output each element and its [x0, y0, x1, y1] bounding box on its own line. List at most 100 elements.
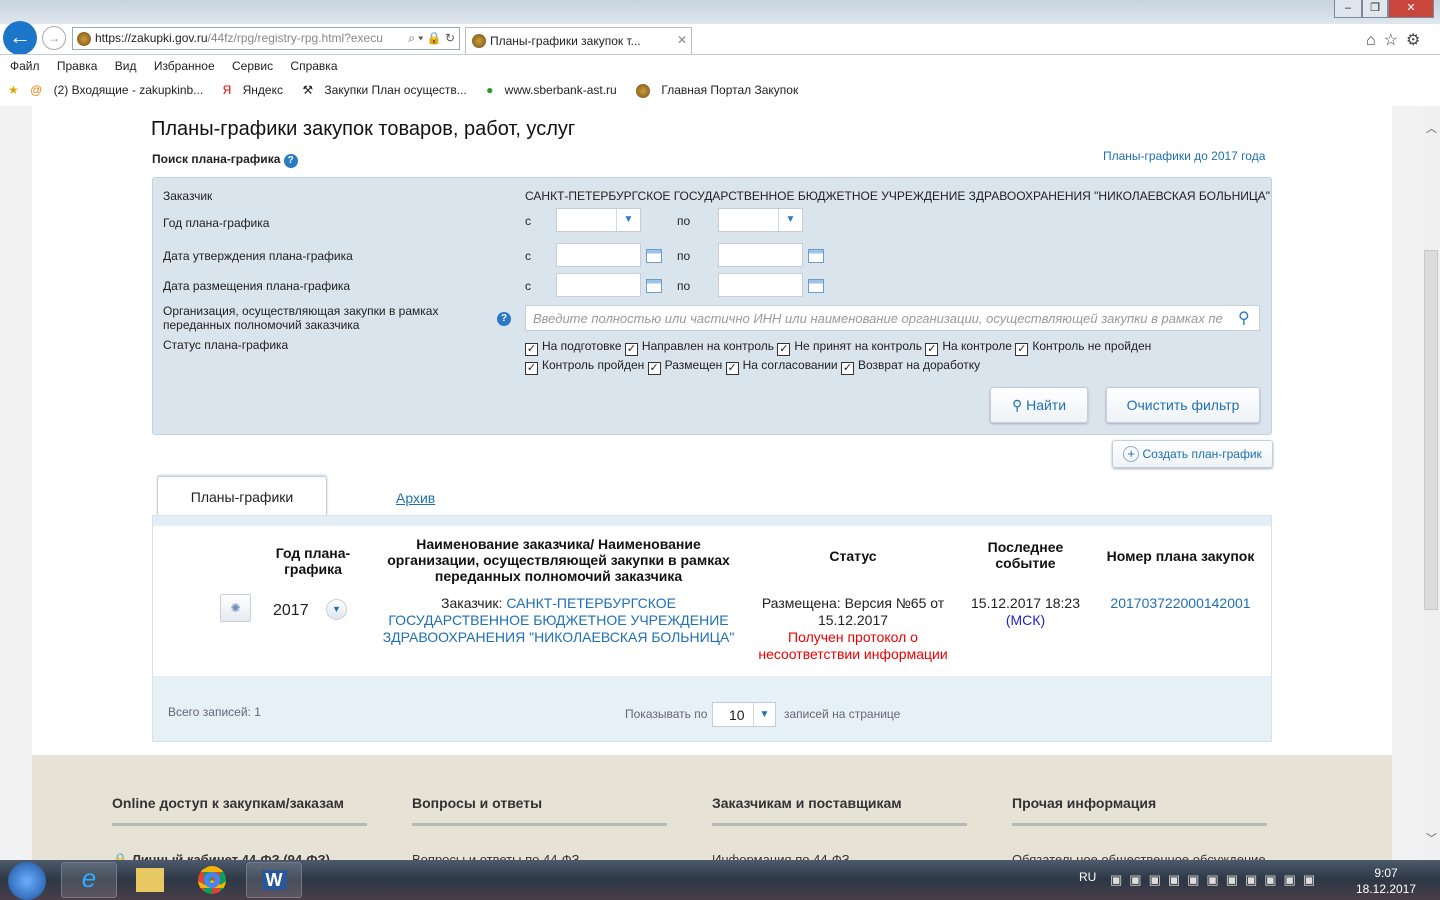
fav-label: www.sberbank-ast.ru: [504, 83, 617, 97]
total-records: Всего записей: 1: [168, 705, 261, 719]
scroll-down-icon[interactable]: ﹀: [1426, 830, 1437, 846]
row-customer: Заказчик: САНКТ-ПЕТЕРБУРГСКОЕ ГОСУДАРСТВ…: [371, 595, 746, 646]
close-window-button[interactable]: ✕: [1388, 0, 1434, 18]
menu-help[interactable]: Справка: [290, 59, 337, 73]
org-search-input[interactable]: Введите полностью или частично ИНН или н…: [525, 305, 1260, 331]
explorer-taskbar-icon[interactable]: [122, 862, 178, 898]
status-checkbox[interactable]: ✓ На согласовании: [725, 358, 838, 375]
start-button[interactable]: [8, 862, 46, 900]
search-lock-refresh-icon[interactable]: ⌕ ▾ 🔒 ↻: [404, 28, 455, 49]
chevron-down-icon[interactable]: ▼: [326, 599, 347, 620]
forward-button[interactable]: →: [42, 26, 66, 50]
scroll-up-icon[interactable]: ︿: [1426, 120, 1437, 136]
year-to-label: по: [677, 214, 691, 228]
ie-taskbar-icon[interactable]: e: [61, 862, 117, 898]
approve-to-input[interactable]: [718, 243, 803, 267]
help-icon[interactable]: ?: [283, 154, 298, 168]
last-event-date: 15.12.2017 18:23: [971, 595, 1080, 611]
maximize-button[interactable]: ❐: [1362, 0, 1388, 18]
footer-link[interactable]: 🔒 Личный кабинет 44-ФЗ (94-ФЗ),: [112, 852, 367, 860]
status-checkbox[interactable]: ✓ На подготовке: [525, 339, 622, 356]
calendar-icon[interactable]: [646, 279, 662, 293]
plus-icon: +: [1123, 446, 1140, 462]
certificate-icon[interactable]: ✺: [220, 594, 251, 622]
tab-plans[interactable]: Планы-графики: [157, 476, 327, 516]
footer-column: Online доступ к закупкам/заказам 🔒 Личный…: [112, 795, 367, 860]
footer-heading: Вопросы и ответы: [412, 795, 667, 826]
back-button[interactable]: ←: [3, 21, 37, 55]
footer-column: Заказчикам и поставщикам Информация по 44…: [712, 795, 967, 860]
language-indicator[interactable]: RU: [1079, 870, 1096, 884]
favorites-star-icon[interactable]: ★: [8, 83, 19, 97]
menu-tools[interactable]: Сервис: [232, 59, 273, 73]
status-checkbox[interactable]: ✓ Направлен на контроль: [624, 339, 774, 356]
calendar-icon[interactable]: [646, 249, 662, 263]
timezone: (МСК): [1005, 612, 1046, 628]
approve-date-label: Дата утверждения плана-графика: [163, 249, 353, 263]
header-customer: Наименование заказчика/ Наименование орг…: [387, 536, 730, 584]
clock[interactable]: 9:07 18.12.2017: [1350, 865, 1422, 897]
scrollbar-thumb[interactable]: [1424, 250, 1438, 610]
show-label: Показывать по: [625, 707, 708, 721]
clear-filter-button[interactable]: Очистить фильтр: [1106, 387, 1260, 423]
tray-icons[interactable]: ▣▣▣▣▣▣▣▣▣▣▣: [1110, 872, 1322, 888]
browser-tab[interactable]: Планы-графики закупок т... ✕: [465, 27, 692, 54]
search-icon[interactable]: ⚲: [1238, 308, 1250, 328]
tab-favicon: [472, 34, 486, 48]
header-plan-number: Номер плана закупок: [1106, 548, 1255, 564]
help-icon[interactable]: ?: [497, 312, 511, 326]
approve-from-input[interactable]: [556, 243, 641, 267]
calendar-icon[interactable]: [808, 249, 824, 263]
fav-portal[interactable]: Главная Портал Закупок: [636, 83, 806, 98]
fav-yandex[interactable]: Я Яндекс: [223, 83, 291, 97]
menu-favorites[interactable]: Избранное: [154, 59, 215, 73]
chrome-taskbar-icon[interactable]: [184, 862, 240, 898]
plan-number-link[interactable]: 201703722000142001: [1093, 595, 1268, 612]
page-size-select[interactable]: 10 ▼: [712, 702, 776, 727]
calendar-icon[interactable]: [808, 279, 824, 293]
fav-sberbank[interactable]: ● www.sberbank-ast.ru: [486, 83, 625, 97]
approve-from-label: с: [525, 249, 531, 263]
customer-prefix: Заказчик:: [441, 595, 503, 611]
status-checkbox[interactable]: ✓ Возврат на доработку: [840, 358, 980, 375]
customer-link[interactable]: САНКТ-ПЕТЕРБУРГСКОЕ ГОСУДАРСТВЕННОЕ БЮДЖ…: [383, 595, 735, 645]
year-from-select[interactable]: ▼: [556, 208, 641, 232]
status-checkbox[interactable]: ✓ Контроль пройден: [525, 358, 644, 375]
tab-title: Планы-графики закупок т...: [490, 34, 641, 48]
menu-file[interactable]: Файл: [10, 59, 40, 73]
address-bar[interactable]: https://zakupki.gov.ru/44fz/rpg/registry…: [72, 27, 460, 50]
publish-from-label: с: [525, 279, 531, 293]
status-checkbox[interactable]: ✓ Размещен: [647, 358, 722, 375]
status-text: Размещена: Версия №65 от 15.12.2017: [761, 595, 945, 628]
find-button[interactable]: ⚲ Найти: [990, 387, 1088, 423]
word-taskbar-icon[interactable]: W: [246, 862, 302, 898]
status-checkbox[interactable]: ✓ Не принят на контроль: [777, 339, 922, 356]
menu-view[interactable]: Вид: [115, 59, 137, 73]
footer-link[interactable]: Вопросы и ответы по 44-ФЗ: [412, 852, 667, 860]
home-star-gear-icon[interactable]: ⌂☆⚙: [1366, 30, 1428, 50]
tab-archive[interactable]: Архив: [396, 490, 435, 506]
fav-inbox[interactable]: @ (2) Входящие - zakupkinb...: [30, 83, 211, 97]
publish-date-label: Дата размещения плана-графика: [163, 279, 351, 293]
footer-link[interactable]: Информация по 44-ФЗ: [712, 852, 967, 860]
search-heading: Поиск плана-графика ?: [152, 152, 298, 168]
page-viewport: Планы-графики закупок товаров, работ, ус…: [0, 106, 1422, 860]
create-plan-button[interactable]: + Создать план-график: [1112, 440, 1273, 468]
status-warning: Получен протокол о несоответствии информ…: [758, 629, 948, 662]
tab-close-icon[interactable]: ✕: [677, 33, 687, 47]
minimize-button[interactable]: –: [1334, 0, 1362, 18]
year-to-select[interactable]: ▼: [718, 208, 803, 232]
publish-to-label: по: [677, 279, 691, 293]
tools-icon: ⚒: [302, 83, 314, 97]
fav-zakupki-plan[interactable]: ⚒ Закупки План осуществ...: [302, 83, 474, 97]
menu-bar: Файл Правка Вид Избранное Сервис Справка: [0, 54, 1440, 78]
status-checkbox[interactable]: ✓ На контроле: [925, 339, 1012, 356]
footer-link[interactable]: Обязательное общественное обсуждение: [1012, 852, 1267, 860]
publish-to-input[interactable]: [718, 273, 803, 297]
status-checkbox[interactable]: ✓ Контроль не пройден: [1015, 339, 1151, 356]
pre2017-link[interactable]: Планы-графики до 2017 года: [1103, 149, 1265, 163]
menu-edit[interactable]: Правка: [57, 59, 98, 73]
footer-column: Вопросы и ответы Вопросы и ответы по 44-Ф…: [412, 795, 667, 860]
publish-from-input[interactable]: [556, 273, 641, 297]
site-footer: Online доступ к закупкам/заказам 🔒 Личный…: [32, 755, 1392, 860]
